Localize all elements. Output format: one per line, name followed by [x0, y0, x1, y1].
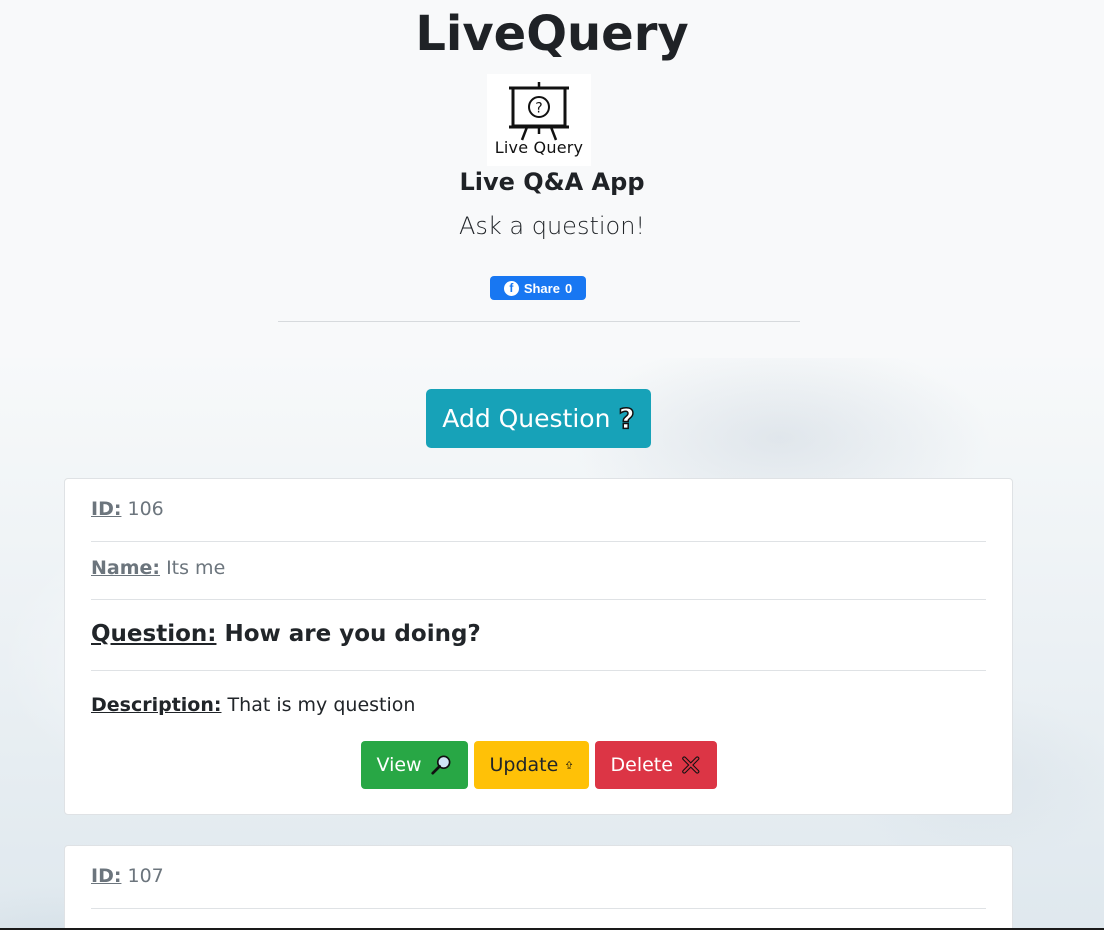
question-mark-icon: ?: [618, 401, 636, 435]
update-button[interactable]: Update: [473, 741, 589, 789]
question-name-value: Its me: [166, 557, 226, 579]
question-card: ID: 106 Name: Its me Question: How are y…: [64, 478, 1013, 815]
hero-header: LiveQuery ? Live Query Live Q&A App Ask …: [0, 0, 1104, 358]
add-question-label: Add Question: [442, 404, 611, 433]
view-button[interactable]: View: [360, 741, 468, 789]
question-card: ID: 107: [64, 845, 1013, 930]
question-description-row: Description: That is my question: [91, 671, 986, 731]
delete-button[interactable]: Delete: [594, 741, 717, 789]
magnifier-icon: [430, 755, 451, 775]
facebook-share-button[interactable]: f Share 0: [490, 276, 586, 300]
question-id-value: 106: [127, 498, 164, 520]
svg-text:?: ?: [535, 101, 542, 117]
add-question-button[interactable]: Add Question ?: [426, 389, 651, 448]
question-id-row: ID: 106: [91, 479, 986, 542]
update-label: Update: [489, 754, 559, 776]
question-description-value: That is my question: [227, 694, 416, 716]
app-tagline: Ask a question!: [458, 212, 646, 240]
question-id-row: ID: 107: [91, 846, 986, 909]
delete-label: Delete: [610, 754, 673, 776]
cross-icon: [682, 756, 700, 774]
facebook-icon: f: [503, 280, 519, 296]
name-label: Name:: [91, 557, 161, 579]
question-id-value: 107: [127, 865, 164, 887]
question-text-row: Question: How are you doing?: [91, 600, 986, 671]
app-subtitle: Live Q&A App: [459, 168, 645, 196]
view-label: View: [376, 754, 422, 776]
description-label: Description:: [91, 694, 222, 716]
id-label: ID:: [91, 498, 122, 520]
share-count: 0: [564, 280, 573, 296]
question-actions: View Update Delete: [65, 741, 1012, 789]
presentation-board-question-icon: ?: [509, 82, 569, 141]
logo-text: Live Query: [494, 138, 584, 157]
id-label: ID:: [91, 865, 122, 887]
share-label: Share: [523, 280, 560, 296]
question-text-value: How are you doing?: [224, 621, 481, 647]
app-logo: ? Live Query: [487, 74, 591, 166]
question-label: Question:: [91, 621, 217, 647]
question-name-row: Name: Its me: [91, 542, 986, 600]
header-divider: [278, 321, 800, 322]
up-arrow-icon: [566, 761, 573, 769]
app-title: LiveQuery: [415, 6, 689, 62]
